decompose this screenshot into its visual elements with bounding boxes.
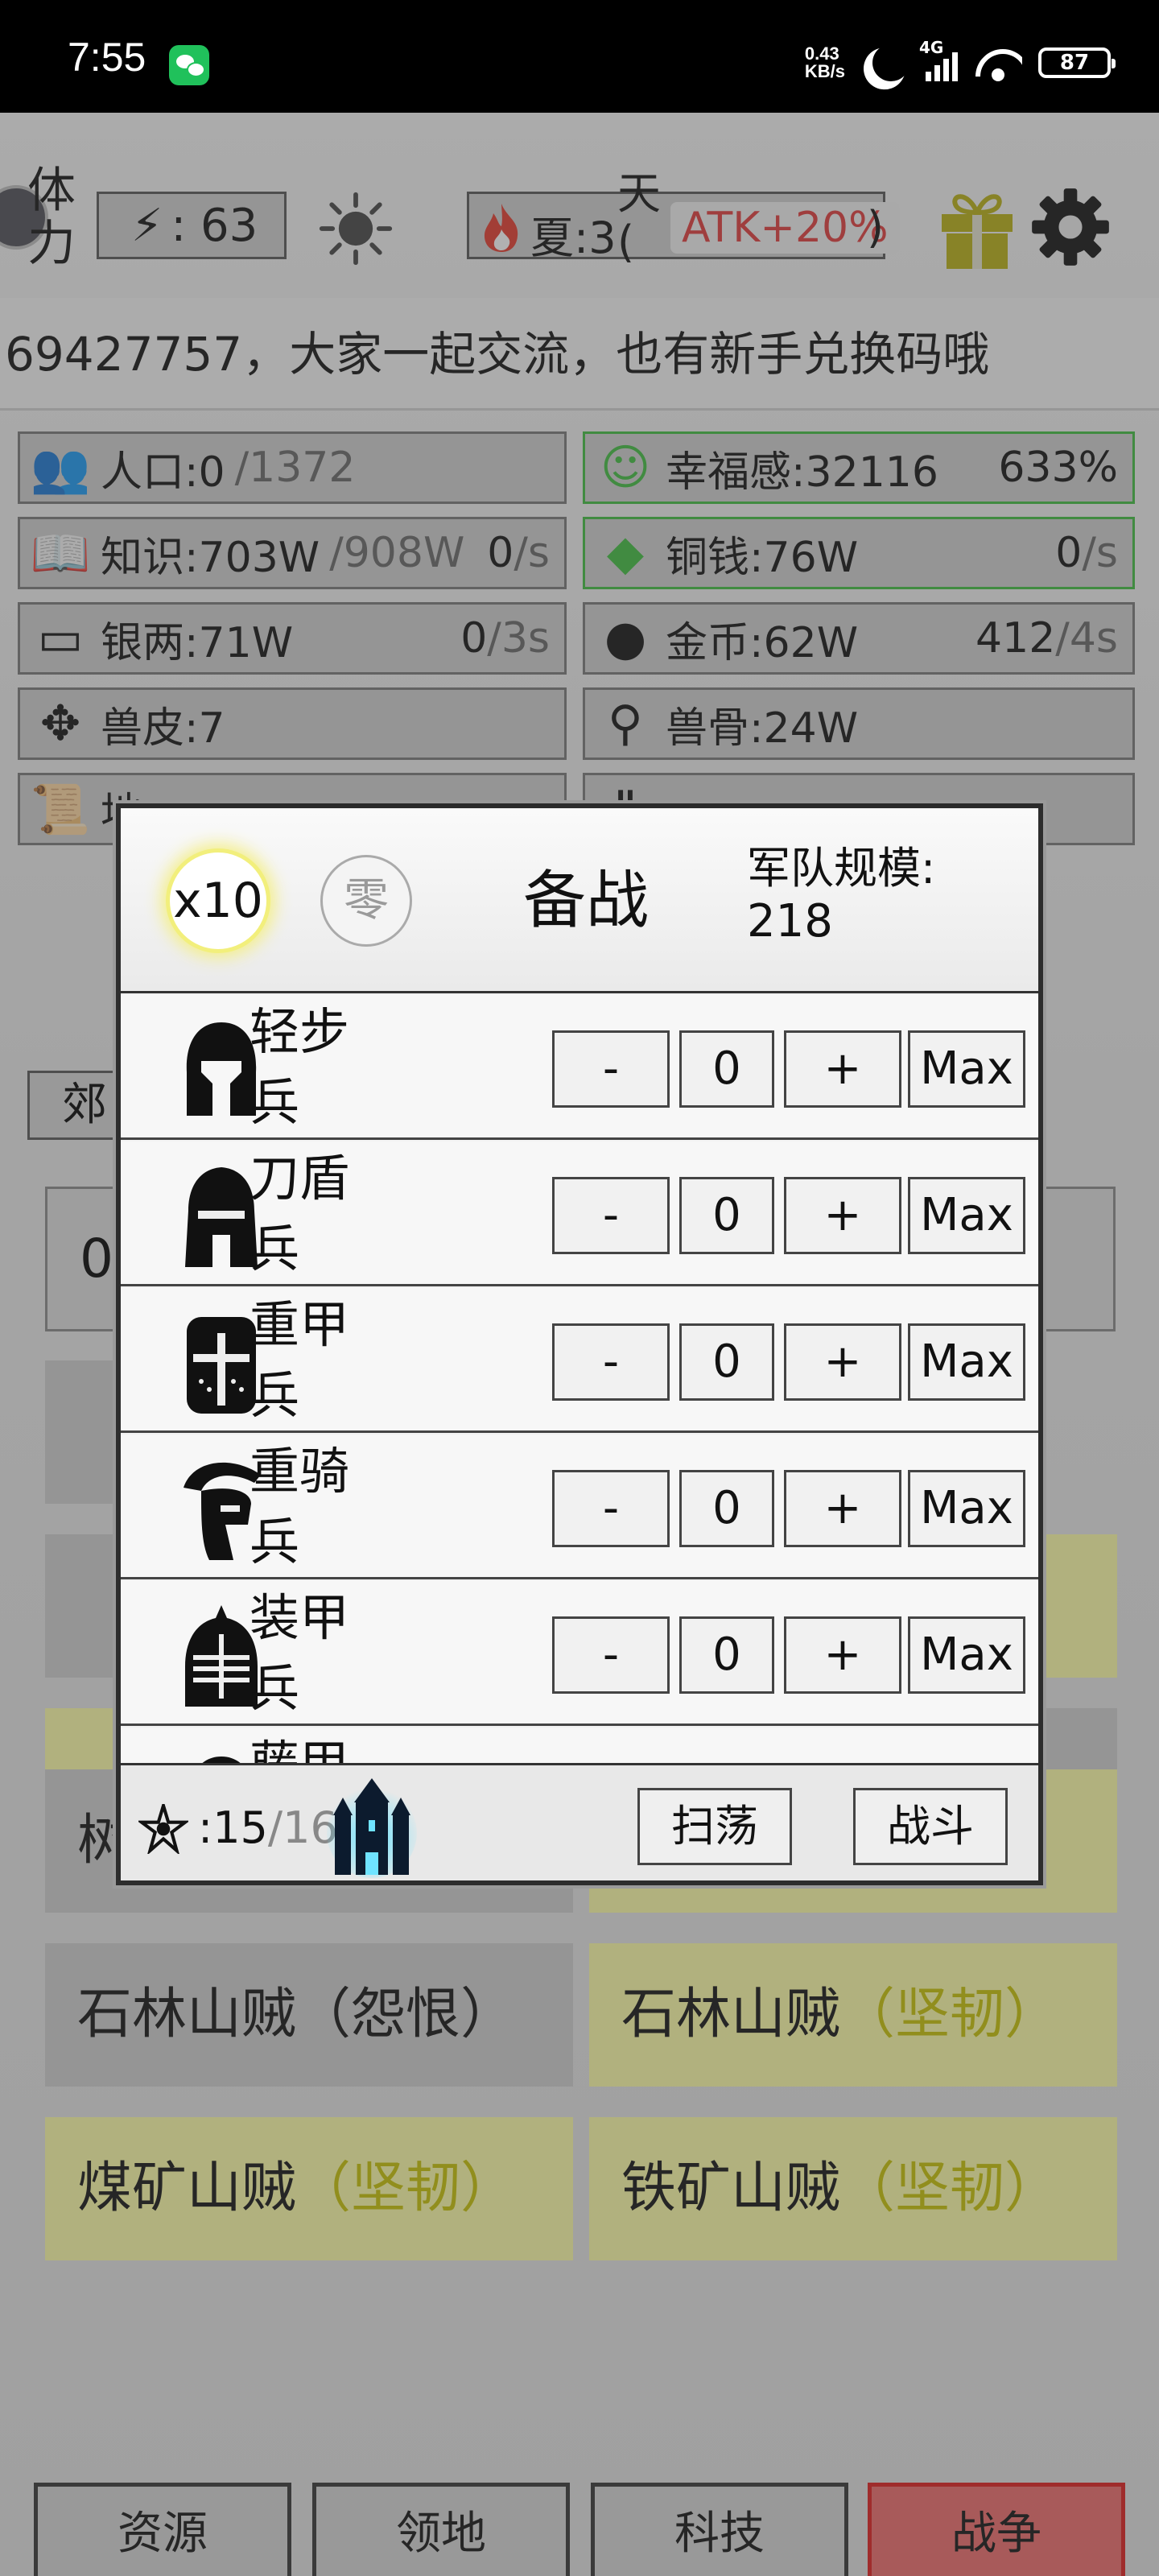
star-icon bbox=[138, 1804, 188, 1854]
dialog-footer: :15/16 扫荡 战斗 bbox=[121, 1763, 1038, 1880]
battery-level: 87 bbox=[1059, 51, 1090, 75]
prepare-battle-dialog: x10 零 备战 军队规模: 218 轻步兵 -0 + Max 刀盾兵 -0 + Max 重甲兵… bbox=[116, 803, 1043, 1885]
unit-row: 重骑兵 -0 + Max bbox=[121, 1435, 1038, 1579]
unit-name: 重骑兵 bbox=[250, 1442, 350, 1571]
unit-name: 重甲兵 bbox=[250, 1295, 350, 1425]
fight-button[interactable]: 战斗 bbox=[853, 1788, 1008, 1865]
unit-row: 重甲兵 -0 + Max bbox=[121, 1288, 1038, 1433]
unit-row: 刀盾兵 -0 + Max bbox=[121, 1141, 1038, 1286]
decrease-button[interactable]: - bbox=[552, 1177, 670, 1254]
unit-count-field[interactable]: 0 bbox=[679, 1177, 774, 1254]
unit-count-field[interactable]: 0 bbox=[679, 1323, 774, 1401]
net-speed: 0.43 KB/s bbox=[805, 45, 845, 80]
unit-count-field[interactable]: 0 bbox=[679, 1030, 774, 1108]
signal-icon: 4G bbox=[919, 38, 958, 81]
multiplier-button[interactable]: x10 bbox=[166, 848, 270, 953]
wechat-icon bbox=[169, 45, 209, 85]
battery-icon: 87 bbox=[1038, 47, 1116, 78]
max-button[interactable]: Max bbox=[908, 1030, 1025, 1108]
unit-count-field[interactable]: 0 bbox=[679, 1616, 774, 1694]
unit-count-field[interactable]: 0 bbox=[679, 1470, 774, 1547]
increase-button[interactable]: + bbox=[784, 1616, 901, 1694]
status-time: 7:55 bbox=[68, 35, 146, 80]
unit-name: 轻步兵 bbox=[250, 1002, 350, 1132]
status-indicators: 0.43 KB/s 4G 87 bbox=[805, 38, 1116, 87]
unit-name: 刀盾兵 bbox=[250, 1149, 350, 1278]
reset-zero-button[interactable]: 零 bbox=[320, 855, 412, 947]
moon-icon bbox=[868, 39, 915, 87]
unit-row: 藤甲 bbox=[121, 1728, 1038, 1763]
status-bar: 7:55 0.43 KB/s 4G 87 bbox=[0, 0, 1159, 113]
unit-name: 装甲兵 bbox=[250, 1588, 350, 1718]
unit-name: 藤甲 bbox=[250, 1729, 370, 1763]
decrease-button[interactable]: - bbox=[552, 1616, 670, 1694]
increase-button[interactable]: + bbox=[784, 1177, 901, 1254]
army-scale-label: 军队规模: bbox=[747, 843, 936, 894]
max-button[interactable]: Max bbox=[908, 1323, 1025, 1401]
net-speed-unit: KB/s bbox=[804, 61, 845, 81]
decrease-button[interactable]: - bbox=[552, 1030, 670, 1108]
dialog-title: 备战 bbox=[523, 865, 650, 937]
wifi-icon bbox=[974, 44, 1022, 81]
increase-button[interactable]: + bbox=[784, 1323, 901, 1401]
net-speed-value: 0.43 bbox=[804, 43, 839, 64]
star-current: :15 bbox=[198, 1802, 268, 1853]
decrease-button[interactable]: - bbox=[552, 1470, 670, 1547]
sweep-button[interactable]: 扫荡 bbox=[637, 1788, 792, 1865]
max-button[interactable]: Max bbox=[908, 1470, 1025, 1547]
castle-icon bbox=[327, 1778, 417, 1878]
increase-button[interactable]: + bbox=[784, 1030, 901, 1108]
army-scale-value: 218 bbox=[747, 895, 833, 947]
max-button[interactable]: Max bbox=[908, 1177, 1025, 1254]
unit-row: 装甲兵 -0 + Max bbox=[121, 1581, 1038, 1726]
star-count: :15/16 bbox=[198, 1802, 338, 1853]
unit-list[interactable]: 轻步兵 -0 + Max 刀盾兵 -0 + Max 重甲兵 -0 + Max 重骑兵 -0 + Max 装甲兵 -… bbox=[121, 995, 1038, 1763]
network-type: 4G bbox=[919, 38, 944, 57]
max-button[interactable]: Max bbox=[908, 1616, 1025, 1694]
unit-row: 轻步兵 -0 + Max bbox=[121, 995, 1038, 1140]
dialog-header: x10 零 备战 军队规模: 218 bbox=[121, 808, 1038, 993]
increase-button[interactable]: + bbox=[784, 1470, 901, 1547]
decrease-button[interactable]: - bbox=[552, 1323, 670, 1401]
